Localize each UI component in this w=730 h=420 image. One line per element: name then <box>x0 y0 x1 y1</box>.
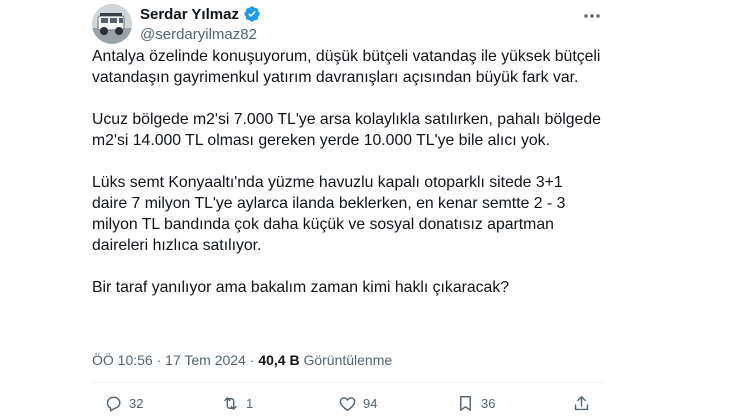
divider <box>92 382 604 383</box>
share-button[interactable] <box>572 394 591 413</box>
author-name-row: Serdar Yılmaz <box>140 4 261 24</box>
retweet-icon <box>224 397 237 410</box>
reply-button[interactable]: 32 <box>104 394 143 413</box>
more-options-button[interactable] <box>580 6 604 26</box>
bookmark-button[interactable]: 36 <box>456 394 495 413</box>
bookmark-icon <box>460 396 471 411</box>
like-count: 94 <box>363 396 378 411</box>
verified-badge-icon[interactable] <box>243 5 261 23</box>
tweet-time[interactable]: ÖÖ 10:56 <box>92 352 153 368</box>
avatar[interactable] <box>92 4 132 44</box>
tweet-paragraph: Ucuz bölgede m2'si 7.000 TL'ye arsa kola… <box>92 111 601 149</box>
views-label: Görüntülenme <box>303 352 393 368</box>
like-button[interactable]: 94 <box>338 394 377 413</box>
more-options-icon <box>584 14 600 18</box>
retweet-count: 1 <box>246 396 254 411</box>
tweet-paragraph: Bir taraf yanılıyor ama bakalım zaman ki… <box>92 279 510 296</box>
author-block: Serdar Yılmaz @serdaryilmaz82 <box>140 4 261 43</box>
reply-icon <box>106 396 121 412</box>
action-bar: 32 1 94 36 <box>92 386 604 420</box>
author-name[interactable]: Serdar Yılmaz <box>140 6 239 23</box>
tweet-paragraph: Lüks semt Konyaaltı'nda yüzme havuzlu ka… <box>92 174 566 254</box>
tweet-meta: ÖÖ 10:56 · 17 Tem 2024 · 40,4 B Görüntül… <box>92 352 392 368</box>
tweet-card: Serdar Yılmaz @serdaryilmaz82 Antalya öz… <box>0 0 730 420</box>
tweet-date[interactable]: 17 Tem 2024 <box>165 352 246 368</box>
share-icon <box>574 396 589 411</box>
avatar-image <box>92 4 132 44</box>
tweet-text: Antalya özelinde konuşuyorum, düşük bütç… <box>92 46 602 319</box>
reply-count: 32 <box>129 396 144 411</box>
meta-separator: · <box>156 352 162 368</box>
retweet-button[interactable]: 1 <box>221 394 253 413</box>
views-count: 40,4 B <box>258 352 300 368</box>
author-handle[interactable]: @serdaryilmaz82 <box>140 26 261 43</box>
heart-icon <box>339 397 356 411</box>
meta-separator: · <box>249 352 255 368</box>
bookmark-count: 36 <box>481 396 496 411</box>
tweet-paragraph: Antalya özelinde konuşuyorum, düşük bütç… <box>92 48 601 86</box>
